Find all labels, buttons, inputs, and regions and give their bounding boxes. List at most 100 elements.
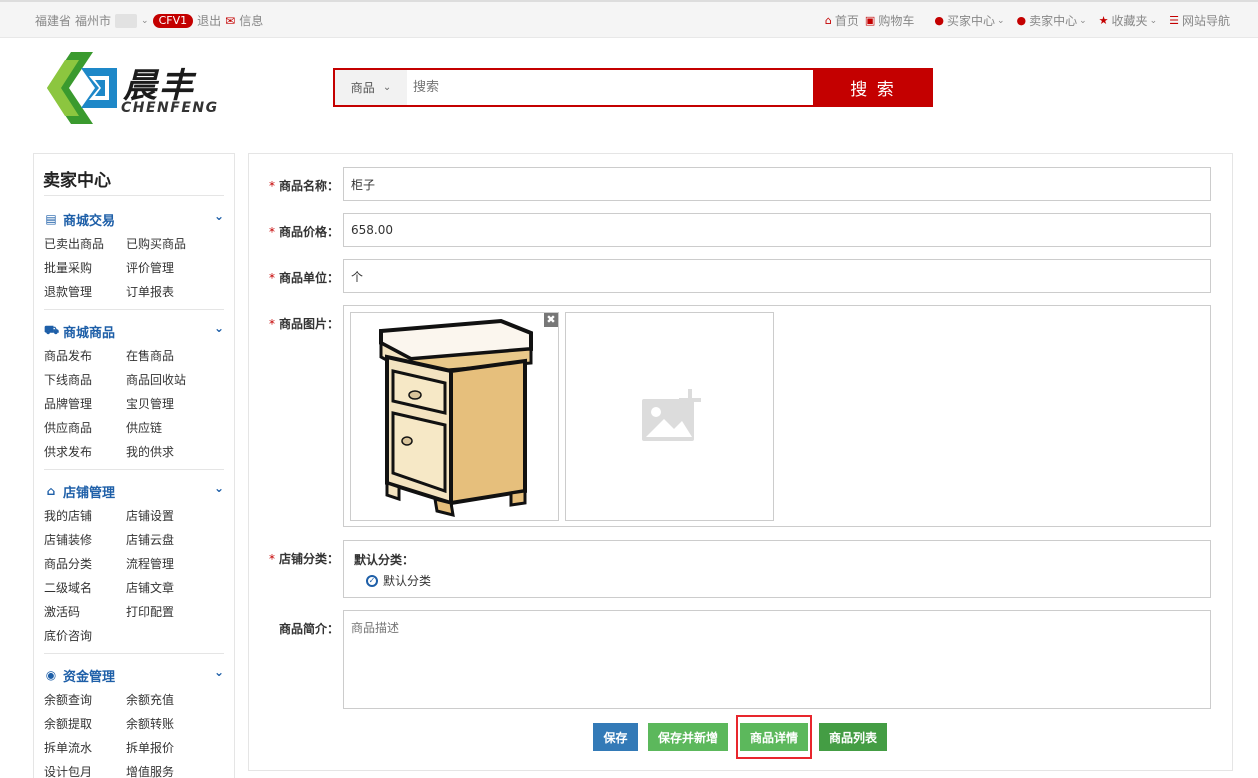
required-mark: * — [268, 225, 275, 239]
product-image-area: ✖ — [343, 305, 1211, 527]
list-icon: ▤ — [45, 212, 57, 226]
sidebar-link[interactable]: 商品分类 — [44, 555, 126, 573]
sidebar-link[interactable]: 余额查询 — [44, 691, 126, 709]
site-logo[interactable]: 晨丰 CHENFENG — [35, 50, 225, 126]
city-selector[interactable]: 福州市 — [75, 12, 111, 29]
list-icon: ☰ — [1169, 14, 1179, 27]
logo-mark-icon — [47, 52, 117, 124]
sidebar-link[interactable]: 宝贝管理 — [126, 395, 208, 413]
logo-en-text: CHENFENG — [121, 100, 219, 116]
sidebar-link[interactable]: 已卖出商品 — [44, 235, 126, 253]
sidebar-link[interactable]: 店铺云盘 — [126, 531, 208, 549]
check-circle-icon[interactable]: ✓ — [366, 574, 378, 587]
product-name-input[interactable] — [343, 167, 1211, 201]
product-image-thumb[interactable]: ✖ — [350, 312, 559, 521]
sidebar-link[interactable]: 设计包月 — [44, 763, 126, 778]
sidebar-link[interactable]: 店铺文章 — [126, 579, 208, 597]
top-bar: 福建省 福州市 ⌄ CFV1 退出 ✉ 信息 ⌂ 首页 ▣ 购物车 ● 买家中心… — [0, 0, 1258, 38]
save-and-new-button[interactable]: 保存并新增 — [648, 723, 728, 751]
favorites-menu[interactable]: ★ 收藏夹 ⌄ — [1099, 12, 1157, 29]
product-unit-label: * 商品单位： — [268, 271, 339, 285]
category-group-heading: 默认分类： — [354, 553, 415, 567]
chevron-down-icon: ⌄ — [1079, 15, 1087, 26]
sidebar-link[interactable]: 订单报表 — [126, 283, 208, 301]
mail-icon: ✉ — [225, 13, 236, 28]
sidebar-link[interactable]: 我的供求 — [126, 443, 208, 461]
product-desc-label: 商品简介： — [278, 622, 339, 636]
home-link[interactable]: ⌂ 首页 — [825, 12, 859, 29]
sidebar-link[interactable]: 批量采购 — [44, 259, 126, 277]
required-mark: * — [268, 317, 275, 331]
seller-sidebar: 卖家中心 ▤ 商城交易 ⌄ 已卖出商品 已购买商品 批量采购 评价管理 退款管理… — [33, 153, 235, 778]
sidebar-link[interactable]: 供应链 — [126, 419, 208, 437]
cabinet-image — [379, 318, 533, 518]
sidebar-link[interactable]: 评价管理 — [126, 259, 208, 277]
category-option[interactable]: ✓ 默认分类 — [366, 572, 1200, 589]
user-icon: ● — [934, 14, 944, 27]
logout-link[interactable]: 退出 — [197, 12, 221, 29]
sidebar-group-trade: ▤ 商城交易 ⌄ 已卖出商品 已购买商品 批量采购 评价管理 退款管理 订单报表 — [44, 209, 224, 301]
sidebar-link[interactable]: 拆单报价 — [126, 739, 208, 757]
chevron-down-icon[interactable]: ⌄ — [214, 665, 224, 679]
seller-center-menu[interactable]: ● 卖家中心 ⌄ — [1017, 12, 1087, 29]
sidebar-link[interactable]: 在售商品 — [126, 347, 208, 365]
shop-category-label: * 店铺分类： — [268, 552, 339, 566]
sidebar-link[interactable]: 商品发布 — [44, 347, 126, 365]
sidebar-group-goods: ⛟ 商城商品 ⌄ 商品发布 在售商品 下线商品 商品回收站 品牌管理 宝贝管理 … — [44, 321, 224, 461]
search-input[interactable] — [407, 70, 813, 105]
sidebar-link[interactable]: 激活码 — [44, 603, 126, 621]
message-link[interactable]: 信息 — [239, 12, 263, 29]
chevron-down-icon[interactable]: ⌄ — [141, 16, 149, 26]
divider — [44, 195, 224, 196]
cart-icon: ▣ — [864, 14, 876, 27]
save-button[interactable]: 保存 — [593, 723, 638, 751]
image-upload-slot[interactable] — [565, 312, 774, 521]
money-icon: ◉ — [45, 668, 57, 682]
search-category-select[interactable]: 商品 ⌄ — [335, 70, 407, 105]
sidebar-link[interactable]: 拆单流水 — [44, 739, 126, 757]
product-desc-textarea[interactable] — [343, 610, 1211, 709]
divider — [44, 469, 224, 470]
chevron-down-icon[interactable]: ⌄ — [214, 321, 224, 335]
sidebar-link[interactable]: 商品回收站 — [126, 371, 208, 389]
divider — [44, 653, 224, 654]
required-mark: * — [268, 552, 275, 566]
sidebar-link[interactable]: 余额充值 — [126, 691, 208, 709]
sidebar-link[interactable]: 已购买商品 — [126, 235, 208, 253]
sidebar-link[interactable]: 店铺装修 — [44, 531, 126, 549]
sidebar-link[interactable]: 供应商品 — [44, 419, 126, 437]
sidebar-link[interactable]: 流程管理 — [126, 555, 208, 573]
close-icon[interactable]: ✖ — [544, 313, 558, 327]
sidebar-group-header[interactable]: ⌂ 店铺管理 ⌄ — [44, 481, 224, 501]
sidebar-link[interactable]: 二级域名 — [44, 579, 126, 597]
buyer-center-menu[interactable]: ● 买家中心 ⌄ — [934, 12, 1004, 29]
district-placeholder — [115, 13, 138, 28]
chevron-down-icon[interactable]: ⌄ — [214, 481, 224, 495]
sidebar-link[interactable]: 供求发布 — [44, 443, 126, 461]
chevron-down-icon: ⌄ — [996, 15, 1005, 26]
product-list-button[interactable]: 商品列表 — [819, 723, 887, 751]
sidebar-link[interactable]: 我的店铺 — [44, 507, 126, 525]
product-name-label: * 商品名称： — [268, 179, 339, 193]
sidebar-group-header[interactable]: ⛟ 商城商品 ⌄ — [44, 321, 224, 341]
sidebar-link[interactable]: 增值服务 — [126, 763, 208, 778]
search-button[interactable]: 搜 索 — [813, 68, 933, 107]
home-icon: ⌂ — [824, 14, 832, 27]
truck-icon: ⛟ — [44, 323, 60, 337]
chevron-down-icon[interactable]: ⌄ — [214, 209, 224, 223]
product-price-label: * 商品价格： — [268, 225, 339, 239]
product-unit-input[interactable] — [343, 259, 1211, 293]
product-price-input[interactable] — [343, 213, 1211, 247]
site-nav-menu[interactable]: ☰ 网站导航 — [1169, 12, 1230, 29]
sidebar-link[interactable]: 品牌管理 — [44, 395, 126, 413]
sidebar-link[interactable]: 余额提取 — [44, 715, 126, 733]
sidebar-link[interactable]: 退款管理 — [44, 283, 126, 301]
sidebar-link[interactable]: 打印配置 — [126, 603, 208, 621]
cart-link[interactable]: ▣ 购物车 — [865, 12, 914, 29]
sidebar-link[interactable]: 底价咨询 — [44, 627, 126, 645]
sidebar-group-header[interactable]: ▤ 商城交易 ⌄ — [44, 209, 224, 229]
sidebar-group-header[interactable]: ◉ 资金管理 ⌄ — [44, 665, 224, 685]
sidebar-link[interactable]: 店铺设置 — [126, 507, 208, 525]
sidebar-link[interactable]: 下线商品 — [44, 371, 126, 389]
sidebar-link[interactable]: 余额转账 — [126, 715, 208, 733]
